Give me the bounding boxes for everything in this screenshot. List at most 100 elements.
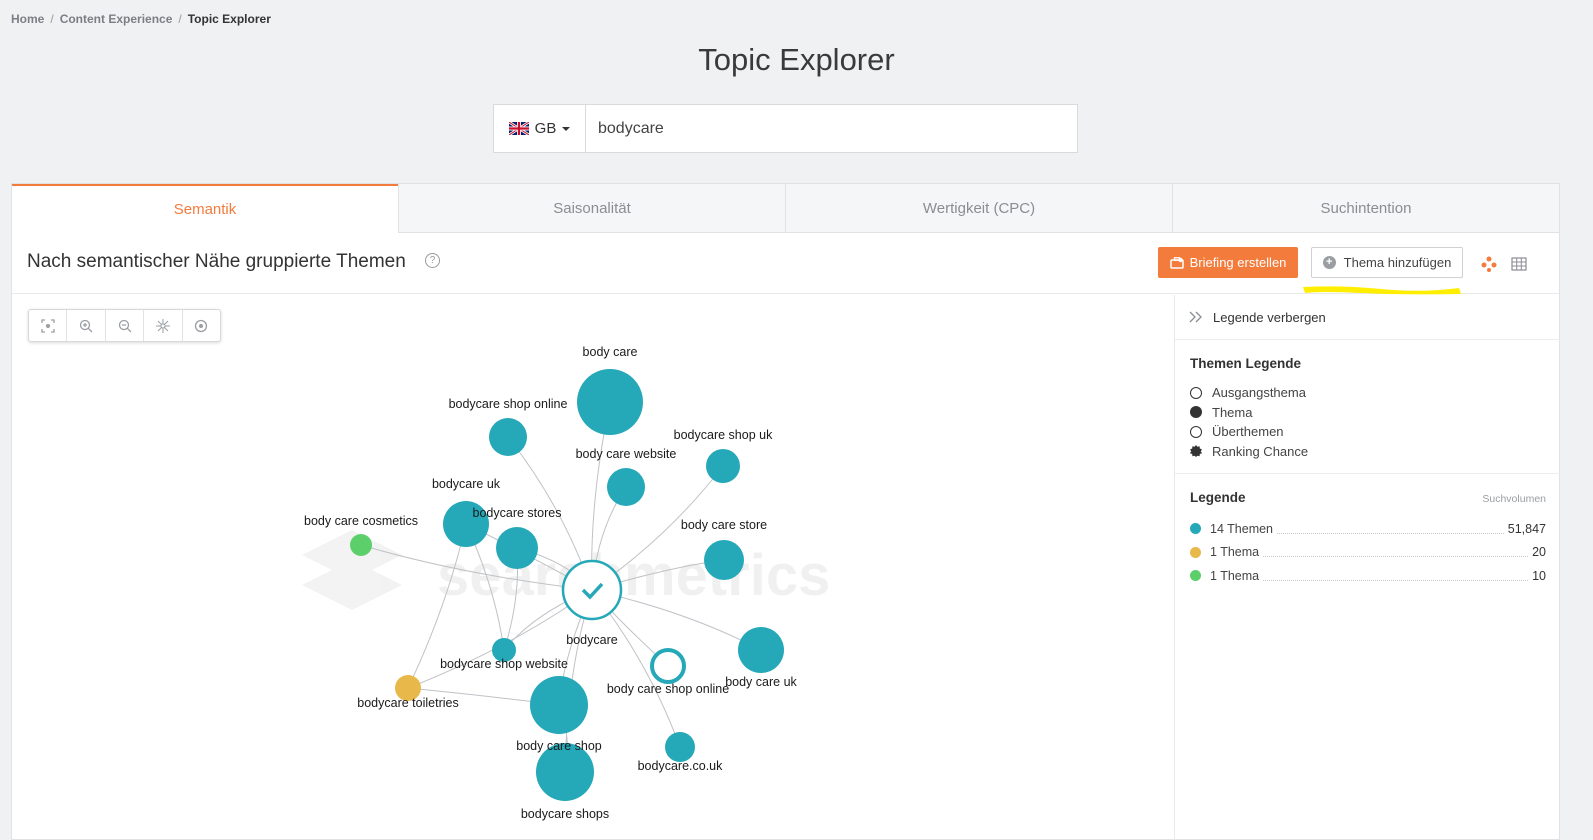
- uk-flag-icon: [507, 120, 530, 137]
- topic-node[interactable]: [530, 676, 588, 734]
- breadcrumb-home[interactable]: Home: [11, 12, 44, 26]
- topic-node-label: body care: [583, 345, 638, 359]
- breadcrumb-current: Topic Explorer: [187, 12, 271, 26]
- zoom-out-button[interactable]: [104, 310, 143, 341]
- section-header: Nach semantischer Nähe gruppierte Themen…: [12, 233, 1559, 295]
- briefing-icon: [1169, 256, 1184, 269]
- country-select[interactable]: GB: [494, 105, 586, 152]
- tab-bar: Semantik Saisonalität Wertigkeit (CPC) S…: [12, 184, 1559, 233]
- legend-toggle-label: Legende verbergen: [1213, 309, 1326, 325]
- topic-node[interactable]: [665, 732, 695, 762]
- topic-node-circle: [607, 468, 645, 506]
- topic-node-circle: [530, 676, 588, 734]
- center-button[interactable]: [181, 310, 220, 341]
- topic-node-label: body care store: [681, 518, 767, 532]
- supertopic-node-circle: [650, 648, 686, 684]
- legend-label: Überthemen: [1212, 424, 1284, 440]
- page-title: Topic Explorer: [698, 42, 895, 77]
- search-bar: GB: [493, 104, 1078, 153]
- volume-legend-title: Legende: [1190, 490, 1246, 505]
- breadcrumb-content-experience[interactable]: Content Experience: [60, 12, 173, 26]
- breadcrumb-separator: /: [178, 12, 182, 26]
- hollow-circle-icon: [1190, 386, 1202, 399]
- graph-view-icon[interactable]: [1480, 255, 1498, 273]
- table-view-icon[interactable]: [1511, 256, 1527, 272]
- legend-panel: Legende verbergen Themen Legende Ausgang…: [1174, 295, 1561, 840]
- zoom-in-icon: [79, 319, 93, 332]
- volume-legend: Legende Suchvolumen 14 Themen 51,847 1 T…: [1175, 474, 1561, 604]
- add-topic-button[interactable]: + Thema hinzufügen: [1311, 247, 1463, 278]
- volume-row: 1 Thema 10: [1190, 564, 1546, 588]
- tab-semantik[interactable]: Semantik: [12, 184, 398, 233]
- topic-node-circle: [496, 527, 538, 569]
- topic-node-label: body care cosmetics: [304, 514, 418, 528]
- volume-label: 14 Themen: [1210, 521, 1274, 536]
- breadcrumb: Home / Content Experience / Topic Explorer: [11, 12, 271, 26]
- target-icon: [195, 319, 208, 332]
- topic-node-label: bodycare shops: [521, 807, 609, 821]
- caret-down-icon: [562, 126, 571, 131]
- topic-node-label: bodycare stores: [473, 506, 562, 520]
- briefing-button[interactable]: Briefing erstellen: [1158, 247, 1298, 278]
- topic-node-label: bodycare.co.uk: [638, 759, 724, 773]
- topic-node[interactable]: [496, 527, 538, 569]
- solid-circle-icon: [1190, 406, 1202, 419]
- topic-node-label: bodycare uk: [432, 477, 501, 491]
- zoom-out-icon: [118, 319, 131, 332]
- legend-toggle[interactable]: Legende verbergen: [1175, 295, 1561, 340]
- zoom-in-button[interactable]: [66, 310, 104, 341]
- legend-label: Ausgangsthema: [1212, 385, 1306, 401]
- volume-value: 10: [1532, 568, 1546, 583]
- center-node[interactable]: [561, 559, 623, 621]
- volume-row: 14 Themen 51,847: [1190, 517, 1546, 541]
- volume-label: 1 Thema: [1210, 568, 1260, 583]
- add-topic-button-label: Thema hinzufügen: [1343, 255, 1452, 270]
- topic-node[interactable]: [489, 418, 527, 456]
- fit-view-button[interactable]: [29, 310, 66, 341]
- double-chevron-right-icon: [1189, 311, 1202, 323]
- search-input[interactable]: [586, 105, 1077, 152]
- volume-value: 20: [1532, 545, 1546, 560]
- volume-header: Suchvolumen: [1482, 493, 1546, 505]
- plus-circle-icon: +: [1322, 256, 1336, 269]
- topic-node-label: body care uk: [725, 675, 797, 689]
- topic-node[interactable]: [607, 468, 645, 506]
- topic-node-label: bodycare toiletries: [357, 696, 458, 710]
- topic-node-label: body care shop online: [607, 682, 729, 696]
- watermark-text: searchmetrics: [437, 543, 830, 608]
- topic-node-label: body care shop: [516, 739, 602, 753]
- topic-node[interactable]: [704, 540, 744, 580]
- green-dot-icon: [1190, 570, 1201, 582]
- topic-node-label: body care website: [576, 447, 677, 461]
- topic-node[interactable]: [706, 449, 740, 483]
- expand-layout-button[interactable]: [143, 310, 181, 341]
- topic-node[interactable]: [650, 648, 686, 684]
- center-node-label: bodycare: [566, 633, 617, 647]
- topic-node[interactable]: [577, 369, 643, 435]
- themes-legend-title: Themen Legende: [1190, 356, 1302, 371]
- help-icon[interactable]: ?: [425, 253, 440, 268]
- topic-graph-canvas[interactable]: searchmetrics body care bodycare shop onli…: [12, 295, 1174, 840]
- tab-suchintention[interactable]: Suchintention: [1172, 184, 1559, 233]
- topic-node-circle: [577, 369, 643, 435]
- yellow-dot-icon: [1190, 546, 1201, 558]
- legend-label: Thema: [1212, 404, 1253, 420]
- tab-wertigkeit[interactable]: Wertigkeit (CPC): [785, 184, 1172, 233]
- topic-node[interactable]: [350, 534, 372, 556]
- volume-label: 1 Thema: [1210, 545, 1260, 560]
- volume-value: 51,847: [1507, 521, 1546, 536]
- legend-row: Überthemen: [1190, 422, 1546, 442]
- topic-node-circle: [738, 627, 784, 673]
- topic-node[interactable]: [738, 627, 784, 673]
- topic-node-circle: [489, 418, 527, 456]
- topic-graph: searchmetrics body care bodycare shop onli…: [12, 295, 1174, 840]
- topic-node-circle: [704, 540, 744, 580]
- expand-icon: [155, 318, 170, 333]
- tab-saisonalitaet[interactable]: Saisonalität: [398, 184, 785, 233]
- graph-toolbar: [28, 309, 221, 342]
- topic-node-circle: [706, 449, 740, 483]
- legend-row: Ausgangsthema: [1190, 383, 1546, 403]
- hollow-circle-icon: [1190, 425, 1202, 438]
- fit-view-icon: [41, 318, 55, 333]
- breadcrumb-separator: /: [50, 12, 54, 26]
